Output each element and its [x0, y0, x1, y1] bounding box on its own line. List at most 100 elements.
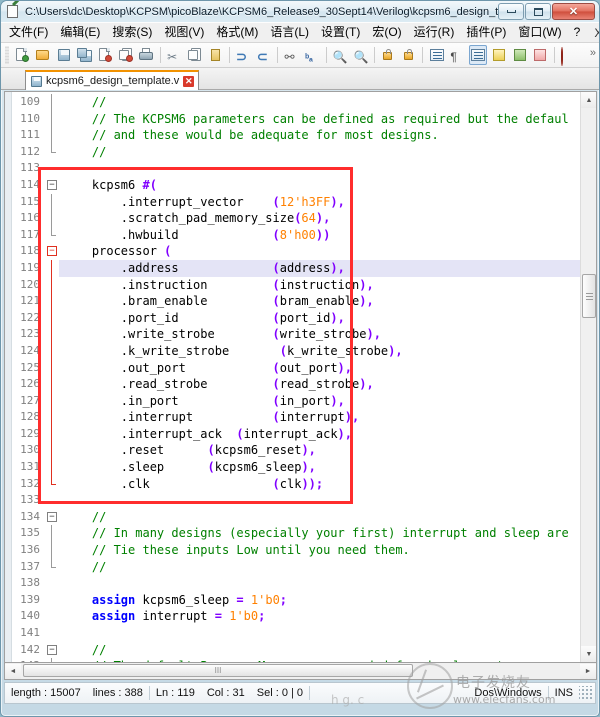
- fold-cell[interactable]: [45, 559, 59, 576]
- code-line[interactable]: //: [59, 144, 596, 161]
- maximize-button[interactable]: [525, 3, 551, 20]
- new-file-button[interactable]: [13, 45, 32, 65]
- scroll-down-button[interactable]: ▼: [581, 646, 597, 662]
- fold-collapse-icon[interactable]: −: [47, 246, 57, 256]
- code-line[interactable]: //: [59, 94, 596, 111]
- fold-cell[interactable]: [45, 409, 59, 426]
- fold-collapse-icon[interactable]: −: [47, 645, 57, 655]
- cut-button[interactable]: ✂: [165, 45, 184, 65]
- fold-cell[interactable]: [45, 592, 59, 609]
- code-line[interactable]: .read_strobe (read_strobe),: [59, 376, 596, 393]
- toolbar-grip[interactable]: [5, 46, 9, 64]
- fold-cell[interactable]: [45, 492, 59, 509]
- code-line[interactable]: .in_port (in_port),: [59, 393, 596, 410]
- save-button[interactable]: [54, 45, 73, 65]
- close-document-button[interactable]: X: [586, 24, 600, 42]
- fold-margin[interactable]: − − − −: [45, 92, 59, 662]
- horizontal-scroll-thumb[interactable]: III: [23, 664, 413, 677]
- code-line[interactable]: .scratch_pad_memory_size(64),: [59, 210, 596, 227]
- user-language-button[interactable]: [489, 45, 508, 65]
- code-line[interactable]: // The KCPSM6 parameters can be defined …: [59, 111, 596, 128]
- fold-cell[interactable]: [45, 94, 59, 111]
- fold-cell[interactable]: −: [45, 243, 59, 260]
- fold-cell[interactable]: [45, 459, 59, 476]
- function-list-button[interactable]: [531, 45, 550, 65]
- redo-button[interactable]: ⊂: [255, 45, 274, 65]
- menu-plugins[interactable]: 插件(P): [460, 23, 512, 42]
- fold-cell[interactable]: [45, 360, 59, 377]
- menu-window[interactable]: 窗口(W): [512, 23, 567, 42]
- scroll-left-button[interactable]: ◄: [5, 664, 21, 679]
- paste-button[interactable]: [206, 45, 225, 65]
- fold-cell[interactable]: [45, 575, 59, 592]
- indent-guide-button[interactable]: [469, 45, 488, 65]
- fold-cell[interactable]: −: [45, 177, 59, 194]
- code-line[interactable]: assign interrupt = 1'b0;: [59, 608, 596, 625]
- zoom-out-button[interactable]: 🔍: [351, 45, 370, 65]
- menu-language[interactable]: 语言(L): [264, 23, 315, 42]
- menu-view[interactable]: 视图(V): [158, 23, 210, 42]
- fold-cell[interactable]: [45, 542, 59, 559]
- fold-cell[interactable]: [45, 127, 59, 144]
- fold-collapse-icon[interactable]: −: [47, 180, 57, 190]
- code-line[interactable]: //: [59, 509, 596, 526]
- replace-button[interactable]: ᵇₐ: [303, 45, 322, 65]
- close-all-button[interactable]: [116, 45, 135, 65]
- fold-cell[interactable]: [45, 343, 59, 360]
- fold-cell[interactable]: [45, 608, 59, 625]
- horizontal-scrollbar[interactable]: ◄ III ►: [4, 663, 597, 680]
- code-line[interactable]: .out_port (out_port),: [59, 360, 596, 377]
- menu-edit[interactable]: 编辑(E): [54, 23, 106, 42]
- code-line[interactable]: // The default Program Memory recommende…: [59, 658, 596, 662]
- fold-cell[interactable]: −: [45, 509, 59, 526]
- tab-kcpsm6-design-template[interactable]: kcpsm6_design_template.v ✕: [25, 70, 199, 90]
- sync-horizontal-button[interactable]: [400, 45, 419, 65]
- code-line[interactable]: // and these would be adequate for most …: [59, 127, 596, 144]
- code-text-area[interactable]: // // The KCPSM6 parameters can be defin…: [59, 92, 596, 662]
- fold-cell[interactable]: [45, 277, 59, 294]
- document-map-button[interactable]: [510, 45, 529, 65]
- menu-file[interactable]: 文件(F): [3, 23, 54, 42]
- menu-macro[interactable]: 宏(O): [366, 23, 407, 42]
- zoom-in-button[interactable]: 🔍: [331, 45, 350, 65]
- code-line[interactable]: .port_id (port_id),: [59, 310, 596, 327]
- code-line[interactable]: .sleep (kcpsm6_sleep),: [59, 459, 596, 476]
- open-file-button[interactable]: [33, 45, 52, 65]
- code-line[interactable]: assign kcpsm6_sleep = 1'b0;: [59, 592, 596, 609]
- fold-cell[interactable]: −: [45, 642, 59, 659]
- code-line[interactable]: .bram_enable (bram_enable),: [59, 293, 596, 310]
- close-file-button[interactable]: [96, 45, 115, 65]
- close-button[interactable]: ✕: [552, 3, 595, 20]
- fold-cell[interactable]: [45, 293, 59, 310]
- code-line[interactable]: .interrupt (interrupt),: [59, 409, 596, 426]
- code-line[interactable]: [59, 492, 596, 509]
- fold-cell[interactable]: [45, 376, 59, 393]
- sync-vertical-button[interactable]: [379, 45, 398, 65]
- code-line[interactable]: .k_write_strobe (k_write_strobe),: [59, 343, 596, 360]
- word-wrap-button[interactable]: [427, 45, 446, 65]
- fold-cell[interactable]: [45, 393, 59, 410]
- fold-collapse-icon[interactable]: −: [47, 512, 57, 522]
- fold-cell[interactable]: [45, 310, 59, 327]
- fold-cell[interactable]: [45, 525, 59, 542]
- code-line[interactable]: [59, 160, 596, 177]
- vertical-scrollbar[interactable]: ▲ ▼: [580, 92, 596, 662]
- code-line[interactable]: [59, 575, 596, 592]
- fold-cell[interactable]: [45, 144, 59, 161]
- fold-cell[interactable]: [45, 227, 59, 244]
- code-line[interactable]: processor (: [59, 243, 596, 260]
- fold-cell[interactable]: [45, 326, 59, 343]
- code-line[interactable]: .address (address),: [59, 260, 596, 277]
- fold-cell[interactable]: [45, 476, 59, 493]
- undo-button[interactable]: ⊃: [234, 45, 253, 65]
- fold-cell[interactable]: [45, 442, 59, 459]
- code-line[interactable]: //: [59, 642, 596, 659]
- code-line[interactable]: .reset (kcpsm6_reset),: [59, 442, 596, 459]
- code-line[interactable]: .write_strobe (write_strobe),: [59, 326, 596, 343]
- minimize-button[interactable]: [498, 3, 524, 20]
- code-line[interactable]: //: [59, 559, 596, 576]
- resize-grip[interactable]: [579, 686, 593, 700]
- code-line[interactable]: .clk (clk));: [59, 476, 596, 493]
- menu-run[interactable]: 运行(R): [408, 23, 461, 42]
- fold-cell[interactable]: [45, 160, 59, 177]
